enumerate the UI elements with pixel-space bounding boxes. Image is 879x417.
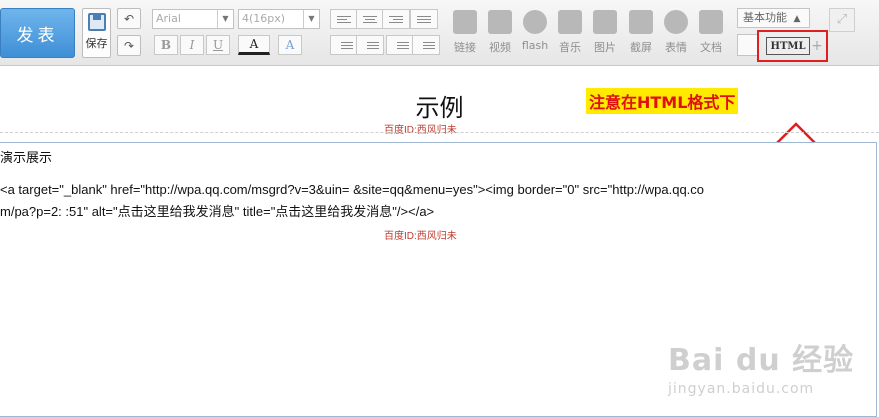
chevron-down-icon: ▼: [217, 10, 233, 28]
media-emoji[interactable]: 表情: [661, 10, 691, 55]
redo-button[interactable]: ↷: [117, 35, 141, 56]
chevron-down-icon: ▼: [303, 10, 319, 28]
outdent-button[interactable]: [386, 35, 414, 55]
title-area: 示例 百度ID:西风归未 注意在HTML格式下: [0, 66, 879, 168]
watermark-text: 百度ID:西风归未: [384, 125, 457, 136]
media-label: 图片: [594, 41, 616, 54]
chevron-up-icon: ▲: [793, 14, 801, 24]
highlight-color-button[interactable]: A: [278, 35, 302, 55]
redo-icon: ↷: [123, 38, 135, 53]
media-screenshot[interactable]: 截屏: [626, 10, 656, 55]
indent-button[interactable]: [412, 35, 440, 55]
annotation-note: 注意在HTML格式下: [586, 88, 739, 114]
media-video[interactable]: 视频: [485, 10, 515, 55]
undo-icon: ↶: [123, 11, 135, 26]
flash-icon: [523, 10, 547, 34]
editor-body[interactable]: 演示展示 <a target="_blank" href="http://wpa…: [0, 142, 877, 417]
music-icon: [558, 10, 582, 34]
underline-button[interactable]: U: [206, 35, 230, 55]
image-icon: [593, 10, 617, 34]
media-link[interactable]: 链接: [450, 10, 480, 55]
media-label: 截屏: [630, 41, 652, 54]
media-label: 链接: [454, 41, 476, 54]
undo-button[interactable]: ↶: [117, 8, 141, 29]
font-family-value: Arial: [156, 12, 181, 25]
document-title[interactable]: 示例: [0, 88, 879, 123]
font-size-select[interactable]: 4(16px) ▼: [238, 9, 320, 29]
baidu-jingyan-watermark: Bai du 经验 jingyan.baidu.com: [668, 335, 873, 405]
unordered-list-button[interactable]: [356, 35, 384, 55]
media-image[interactable]: 图片: [590, 10, 620, 55]
editor-line: <a target="_blank" href="http://wpa.qq.c…: [0, 182, 705, 197]
ordered-list-button[interactable]: [330, 35, 358, 55]
baidu-url-text: jingyan.baidu.com: [668, 381, 815, 397]
floppy-disk-icon: [87, 13, 106, 31]
baidu-logo-text: Bai du 经验: [668, 343, 855, 378]
media-label: 文档: [700, 41, 722, 54]
media-flash[interactable]: flash: [520, 10, 550, 52]
title-divider: [0, 132, 879, 133]
media-label: 表情: [665, 41, 687, 54]
expand-icon: ⤢: [836, 12, 848, 27]
link-icon: [453, 10, 477, 34]
editor-line: 演示展示: [0, 150, 53, 165]
eraser-button[interactable]: [737, 34, 759, 56]
publish-button[interactable]: 发表: [0, 8, 75, 58]
media-document[interactable]: 文档: [696, 10, 726, 55]
editor-toolbar: 发表 保存 ↶ ↷ Arial ▼ 4(16px) ▼ B I U A A 链接…: [0, 0, 879, 66]
save-label: 保存: [85, 37, 108, 50]
save-button[interactable]: 保存: [82, 8, 111, 58]
font-color-button[interactable]: A: [238, 35, 270, 55]
align-center-button[interactable]: [356, 9, 384, 29]
html-highlight-box: [757, 30, 828, 62]
justify-button[interactable]: [410, 9, 438, 29]
font-family-select[interactable]: Arial ▼: [152, 9, 234, 29]
media-label: flash: [521, 39, 549, 52]
font-size-value: 4(16px): [242, 12, 286, 25]
fullscreen-button[interactable]: ⤢: [829, 8, 855, 32]
media-label: 音乐: [559, 41, 581, 54]
editor-line: m/pa?p=2: :51" alt="点击这里给我发消息" title="点击…: [0, 204, 435, 219]
basic-function-dropdown[interactable]: 基本功能 ▲: [737, 8, 810, 28]
bold-button[interactable]: B: [154, 35, 178, 55]
media-label: 视频: [489, 41, 511, 54]
screenshot-icon: [629, 10, 653, 34]
align-left-button[interactable]: [330, 9, 358, 29]
video-icon: [488, 10, 512, 34]
media-music[interactable]: 音乐: [555, 10, 585, 55]
word-doc-icon: [699, 10, 723, 34]
emoji-icon: [664, 10, 688, 34]
align-right-button[interactable]: [382, 9, 410, 29]
watermark-text: 百度ID:西风归未: [384, 231, 457, 242]
italic-button[interactable]: I: [180, 35, 204, 55]
basic-function-label: 基本功能: [743, 11, 787, 24]
